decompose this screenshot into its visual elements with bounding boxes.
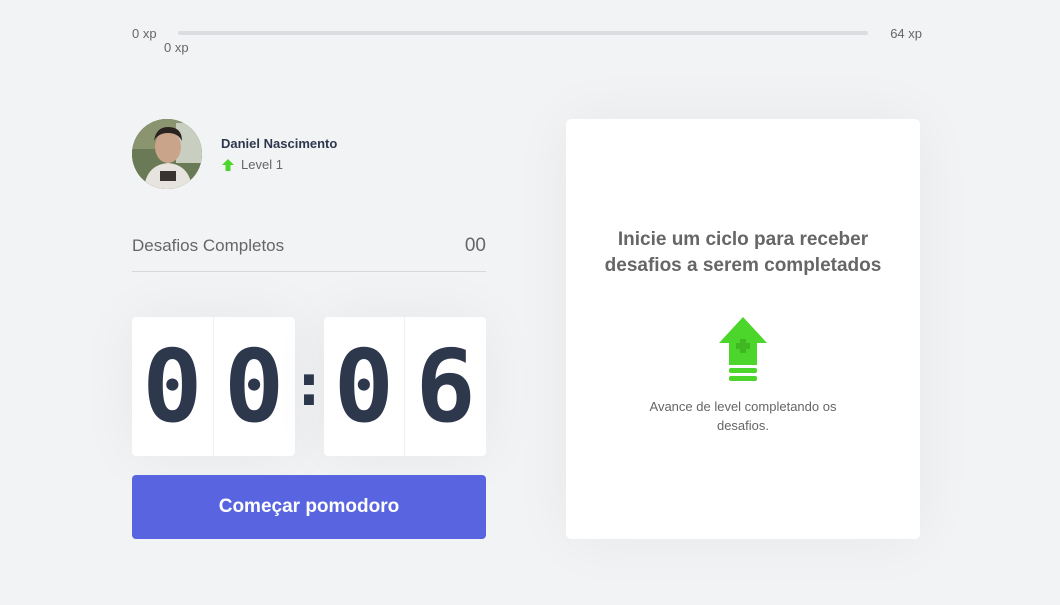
countdown-separator: : xyxy=(297,354,321,419)
xp-current-label: 0 xp xyxy=(164,40,189,55)
completed-challenges-label: Desafios Completos xyxy=(132,236,285,255)
challenge-box-description: Avance de level completando os desafios. xyxy=(649,399,837,433)
level-up-arrow-icon xyxy=(222,158,234,171)
completed-challenges: Desafios Completos 00 xyxy=(132,235,486,272)
completed-challenges-count: 00 xyxy=(464,235,486,256)
challenge-box-title: Inicie um ciclo para receber desafios a … xyxy=(604,229,882,276)
second-digit-right: 6 xyxy=(415,328,476,445)
xp-max-label: 64 xp xyxy=(890,26,922,41)
countdown-seconds: 0 6 xyxy=(323,317,486,456)
start-pomodoro-button[interactable]: Começar pomodoro xyxy=(132,475,486,539)
minute-digit-left: 0 xyxy=(132,317,214,456)
profile-level-label: Level 1 xyxy=(241,157,283,172)
minute-digit-right: 0 xyxy=(224,328,285,445)
countdown-minutes: 0 0 xyxy=(132,317,295,456)
experience-bar: 0 xp 0 xp 64 xp xyxy=(132,24,922,55)
xp-progress-track xyxy=(178,31,868,35)
profile-name: Daniel Nascimento xyxy=(221,136,338,151)
profile-info: Daniel Nascimento Level 1 xyxy=(221,136,337,172)
xp-min-label: 0 xp xyxy=(132,26,157,41)
second-digit-left: 0 xyxy=(324,317,406,456)
profile: Daniel Nascimento Level 1 xyxy=(132,119,337,189)
countdown: 0 0 : 0 6 xyxy=(132,317,486,456)
level-up-icon xyxy=(719,317,767,381)
profile-level: Level 1 xyxy=(221,157,337,172)
challenge-box: Inicie um ciclo para receber desafios a … xyxy=(566,119,920,539)
avatar xyxy=(132,119,202,189)
